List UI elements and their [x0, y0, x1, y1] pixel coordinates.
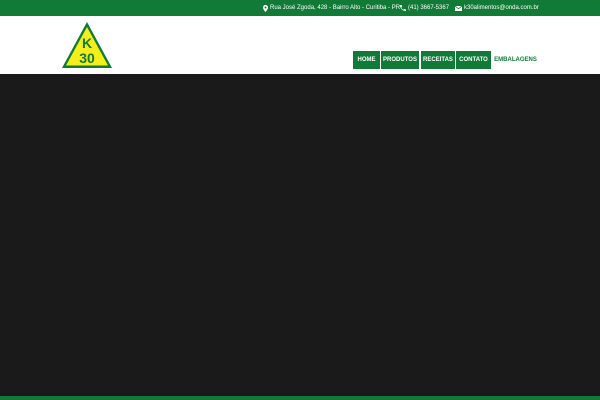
address-info: Rua José Zgoda, 428 - Bairro Alto - Curi… — [263, 0, 400, 16]
nav-item-contato[interactable]: CONTATO — [456, 51, 491, 69]
email-text[interactable]: k30alimentos@onda.com.br — [464, 0, 539, 16]
email-info: k30alimentos@onda.com.br — [455, 0, 539, 16]
envelope-icon — [455, 5, 462, 11]
phone-info: (41) 3667-5367 — [400, 0, 449, 16]
top-info-bar: Rua José Zgoda, 428 - Bairro Alto - Curi… — [0, 0, 600, 16]
nav-item-home[interactable]: HOME — [353, 51, 380, 69]
phone-icon — [400, 5, 406, 11]
nav-item-embalagens[interactable]: EMBALAGENS — [493, 51, 538, 69]
k30-logo[interactable]: K 30 — [59, 20, 115, 70]
nav-item-receitas[interactable]: RECEITAS — [421, 51, 455, 69]
address-text: Rua José Zgoda, 428 - Bairro Alto - Curi… — [270, 5, 401, 11]
logo-text-k: K — [82, 35, 92, 51]
site-header: K 30 HOME PRODUTOS RECEITAS CONTATO EMBA… — [0, 16, 600, 74]
phone-text[interactable]: (41) 3667-5367 — [408, 0, 449, 16]
footer-strip — [0, 396, 600, 400]
nav-item-produtos[interactable]: PRODUTOS — [381, 51, 419, 69]
hero-banner — [0, 74, 600, 396]
map-marker-icon — [263, 4, 268, 12]
logo-text-30: 30 — [79, 50, 95, 66]
